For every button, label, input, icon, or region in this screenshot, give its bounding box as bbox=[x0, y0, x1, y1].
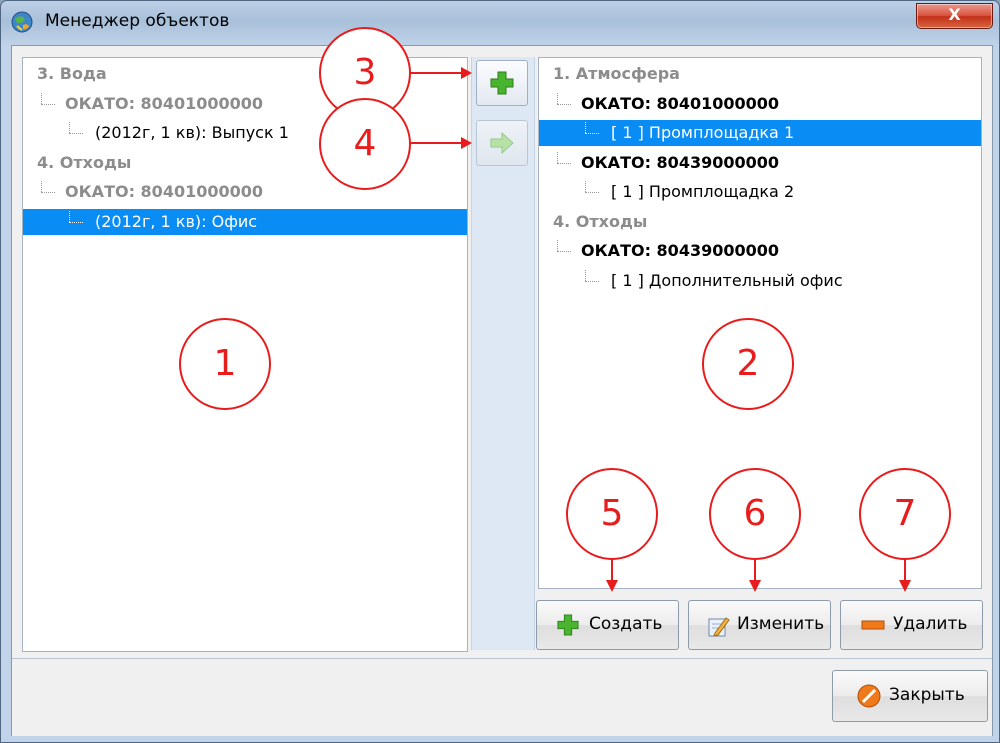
callout-arrows bbox=[409, 67, 911, 592]
